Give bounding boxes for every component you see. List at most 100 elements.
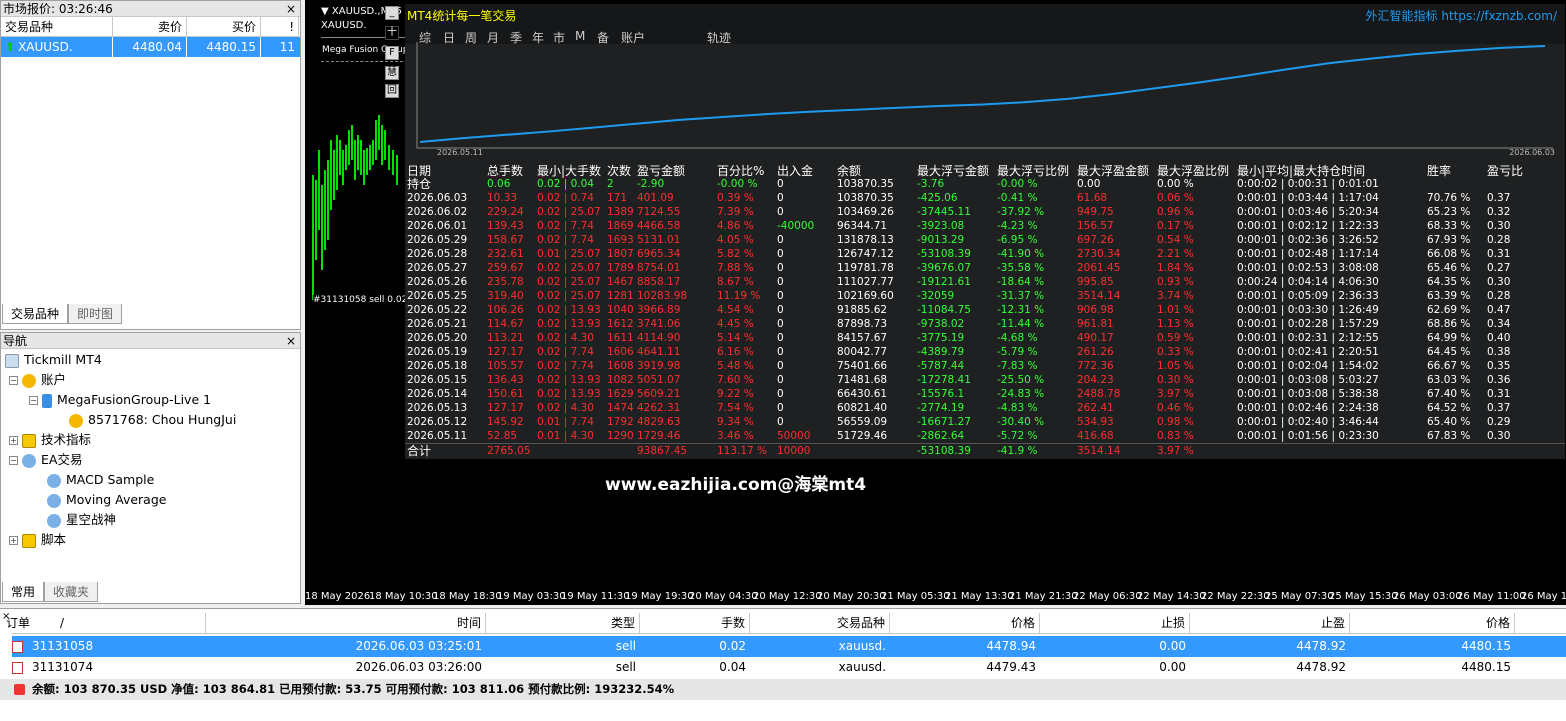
stats-cell: 4114.90 [637, 332, 681, 344]
stats-cell: 0.39 % [717, 192, 754, 204]
stats-cell: 0:00:01 | 0:02:48 | 1:17:14 [1237, 248, 1379, 260]
stats-cell: -9013.29 [917, 234, 965, 246]
col-symbol[interactable]: 交易品种 [1, 17, 113, 37]
stats-cell: 204.23 [1077, 374, 1114, 386]
time-axis-label: 22 May 22:30 [1201, 591, 1270, 602]
trade-row[interactable]: 31131058 2026.06.03 03:25:01 sell 0.02 xauus… [12, 636, 1566, 657]
stats-cell: 64.99 % [1427, 332, 1471, 344]
trade-col-header[interactable]: 订单 [6, 613, 206, 634]
col-spread[interactable]: ! [261, 17, 299, 37]
stats-cell: -12.31 % [997, 304, 1045, 316]
tree-indicators[interactable]: + 技术指标 [9, 430, 91, 450]
stats-cell: -7.83 % [997, 360, 1038, 372]
up-arrow-icon: ⬆ [5, 40, 16, 54]
stats-cell: 2026.05.14 [407, 388, 468, 400]
trade-col-header[interactable]: 止损 [1040, 613, 1190, 634]
trade-col-header[interactable]: 交易品种 [750, 613, 890, 634]
stats-cell: 5609.21 [637, 388, 681, 400]
expand-icon[interactable]: + [9, 536, 18, 545]
time-axis-label: 22 May 14:30 [1137, 591, 1206, 602]
tree-server[interactable]: − MegaFusionGroup-Live 1 [29, 390, 211, 410]
stats-cell: 5.14 % [717, 332, 754, 344]
stats-cell: -3923.08 [917, 220, 965, 232]
stats-cell: 0 [777, 402, 784, 414]
order-price-label: #31131058 sell 0.02 [313, 295, 408, 305]
collapse-icon[interactable]: − [9, 376, 18, 385]
stats-cell: 1807 [607, 248, 634, 260]
stats-tab-7[interactable]: M [575, 29, 585, 43]
tab-symbols[interactable]: 交易品种 [2, 304, 69, 324]
tree-scripts[interactable]: + 脚本 [9, 530, 66, 550]
stats-row: 2026.05.14 150.61 0.02 | 13.93 1629 5609.21 9… [405, 387, 1565, 401]
stats-cell: 0.17 % [1157, 220, 1194, 232]
close-icon[interactable]: × [286, 1, 296, 17]
stats-cell: 3514.14 [1077, 445, 1121, 457]
tab-common[interactable]: 常用 [2, 582, 45, 602]
stats-cell: 102169.60 [837, 290, 894, 302]
trade-col-header[interactable]: 类型 [490, 613, 640, 634]
stats-cell: 7.54 % [717, 402, 754, 414]
stats-cell: 0 [777, 290, 784, 302]
trade-row[interactable]: 31131074 2026.06.03 03:26:00 sell 0.04 xauus… [12, 657, 1566, 678]
tree-ea-star[interactable]: 星空战神 [47, 510, 116, 530]
trade-cell: 2026.06.03 03:26:00 [355, 660, 482, 674]
col-bid[interactable]: 卖价 [113, 17, 187, 37]
stats-cell: 60821.40 [837, 402, 888, 414]
trade-cell: sell [615, 639, 636, 653]
time-axis-label: 25 May 07:30 [1265, 591, 1334, 602]
stats-cell: 87898.73 [837, 318, 888, 330]
trade-col-header[interactable]: 价格 [890, 613, 1040, 634]
tree-expert-advisors[interactable]: − EA交易 [9, 450, 82, 470]
stats-cell: -2774.19 [917, 402, 965, 414]
stats-row: 2026.05.12 145.92 0.01 | 7.74 1792 4829.63 9.… [405, 415, 1565, 429]
sort-icon[interactable]: / [60, 613, 64, 634]
tree-ea-macd[interactable]: MACD Sample [47, 470, 154, 490]
stats-cell: 0.96 % [1157, 206, 1194, 218]
tree-account-user[interactable]: 8571768: Chou HungJui [69, 410, 236, 430]
stats-cell: 0:00:01 | 0:02:41 | 2:20:51 [1237, 346, 1379, 358]
col-ask[interactable]: 买价 [187, 17, 261, 37]
collapse-icon[interactable]: − [29, 396, 38, 405]
collapse-icon[interactable]: − [9, 456, 18, 465]
crosshair-icon[interactable]: 十 [385, 26, 399, 40]
stats-cell: 103870.35 [837, 192, 894, 204]
time-axis-label: 21 May 21:30 [1009, 591, 1078, 602]
stats-cell: 0.28 [1487, 234, 1511, 246]
stats-cell: 6965.34 [637, 248, 681, 260]
function-icon[interactable]: F [385, 46, 399, 60]
minimize-icon[interactable]: _ [385, 6, 399, 20]
stats-cell: 0 [777, 346, 784, 358]
trade-col-header[interactable]: 手数 [640, 613, 750, 634]
dropdown-triangle-icon[interactable]: ▼ [321, 6, 332, 17]
time-axis-label: 20 May 04:30 [689, 591, 758, 602]
stats-cell: 0:00:01 | 0:02:40 | 3:46:44 [1237, 416, 1379, 428]
symbol-name: XAUUSD. [18, 40, 73, 54]
stats-cell: 70.76 % [1427, 192, 1471, 204]
tree-broker[interactable]: Tickmill MT4 [5, 350, 102, 370]
trade-col-header[interactable]: 价格 [1350, 613, 1515, 634]
price-chart[interactable]: ▼ XAUUSD.,M15 XAUUSD. Mega Fusion Group … [305, 0, 1566, 605]
ea-icon[interactable]: 慧 [385, 66, 399, 80]
stats-cell: 0 [777, 374, 784, 386]
tab-favorites[interactable]: 收藏夹 [44, 582, 99, 602]
stats-row: 2026.05.22 106.26 0.02 | 13.93 1040 3966.89 4… [405, 303, 1565, 317]
stats-cell: 66.67 % [1427, 360, 1471, 372]
stats-cell: -2.90 [637, 178, 665, 190]
close-icon[interactable]: × [286, 333, 296, 349]
expand-icon[interactable]: + [9, 436, 18, 445]
stats-cell: 158.67 [487, 234, 524, 246]
stats-cell: 0:00:01 | 0:03:08 | 5:03:27 [1237, 374, 1379, 386]
expert-icon [22, 453, 36, 468]
window-icon[interactable]: 回 [385, 84, 399, 98]
stats-cell: 0 [777, 304, 784, 316]
tree-ea-moving-average[interactable]: Moving Average [47, 490, 166, 510]
stats-cell: 0:00:02 | 0:00:31 | 0:01:01 [1237, 178, 1379, 190]
symbol-row[interactable]: ⬆ XAUUSD. 4480.04 4480.15 11 [1, 37, 300, 57]
stats-row: 2026.05.26 235.78 0.02 | 25.07 1467 8858.17 8… [405, 275, 1565, 289]
stats-cell: 0 [777, 262, 784, 274]
tree-accounts[interactable]: − 账户 [9, 370, 66, 390]
stats-cell: 68.33 % [1427, 220, 1471, 232]
trade-col-header[interactable]: 时间 [206, 613, 486, 634]
trade-col-header[interactable]: 止盈 [1190, 613, 1350, 634]
tab-tick-chart[interactable]: 即时图 [68, 304, 123, 324]
